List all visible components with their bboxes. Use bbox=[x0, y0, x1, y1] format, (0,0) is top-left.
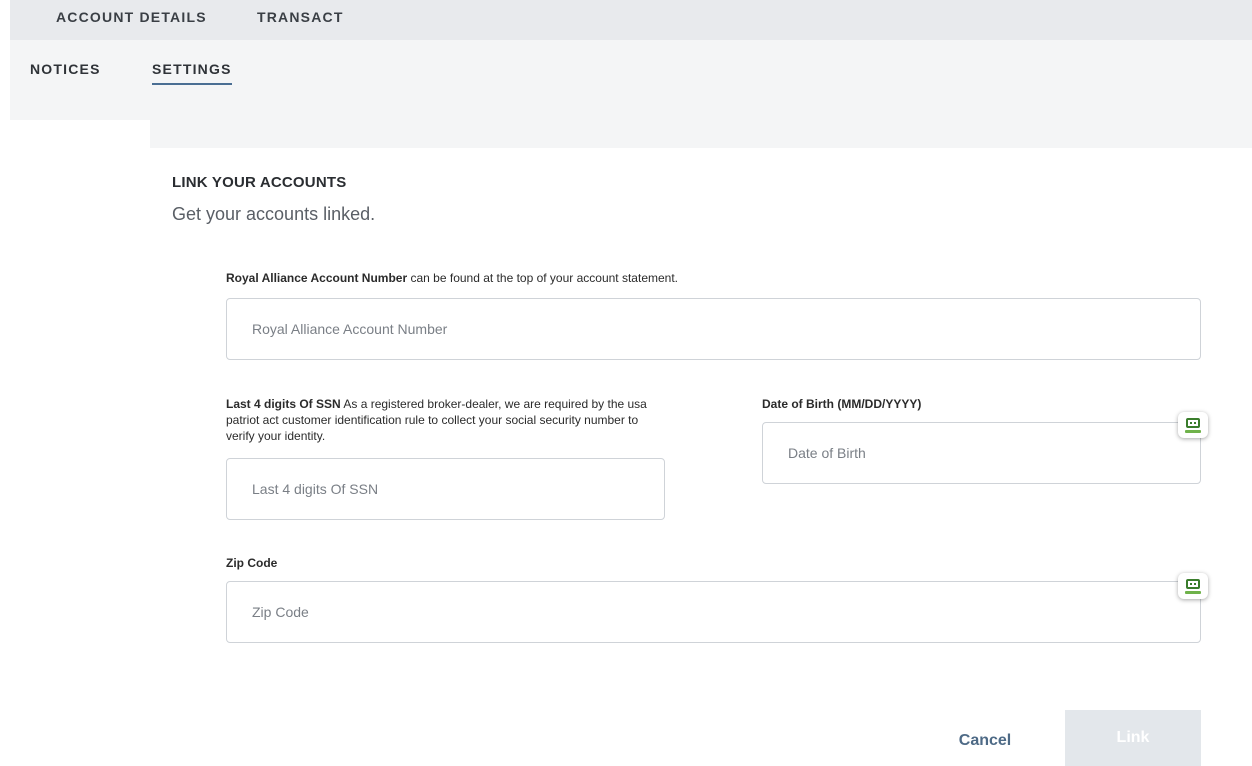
card-subtitle: Get your accounts linked. bbox=[172, 204, 376, 224]
ssn-label-bold: Last 4 digits Of SSN bbox=[226, 397, 341, 411]
account-number-label: Royal Alliance Account Number can be fou… bbox=[226, 270, 1206, 286]
cancel-button[interactable]: Cancel bbox=[930, 729, 1040, 753]
account-number-label-text: can be found at the top of your account … bbox=[407, 271, 678, 285]
password-manager-bar bbox=[1185, 591, 1201, 594]
link-button[interactable]: Link bbox=[1065, 710, 1201, 766]
top-nav: ACCOUNT DETAILS TRANSACT bbox=[10, 0, 1252, 40]
dob-input[interactable] bbox=[762, 422, 1201, 484]
tab-account-details[interactable]: ACCOUNT DETAILS bbox=[56, 9, 207, 25]
tab-transact[interactable]: TRANSACT bbox=[257, 9, 344, 25]
ssn-label: Last 4 digits Of SSN As a registered bro… bbox=[226, 396, 666, 444]
left-gutter bbox=[0, 120, 150, 766]
tab-settings[interactable]: SETTINGS bbox=[152, 61, 232, 85]
dob-label: Date of Birth (MM/DD/YYYY) bbox=[762, 397, 922, 411]
account-number-label-bold: Royal Alliance Account Number bbox=[226, 271, 408, 285]
password-manager-icon[interactable] bbox=[1178, 573, 1208, 599]
tab-notices[interactable]: NOTICES bbox=[30, 61, 101, 83]
ssn-input[interactable] bbox=[226, 458, 665, 520]
card-title: LINK YOUR ACCOUNTS bbox=[172, 174, 347, 191]
sub-nav: NOTICES SETTINGS bbox=[10, 40, 1252, 120]
zip-input[interactable] bbox=[226, 581, 1201, 643]
zip-label: Zip Code bbox=[226, 556, 278, 570]
password-manager-face-icon bbox=[1186, 418, 1200, 428]
account-number-input[interactable] bbox=[226, 298, 1201, 360]
password-manager-face-icon bbox=[1186, 579, 1200, 589]
password-manager-bar bbox=[1185, 430, 1201, 433]
password-manager-icon[interactable] bbox=[1178, 412, 1208, 438]
